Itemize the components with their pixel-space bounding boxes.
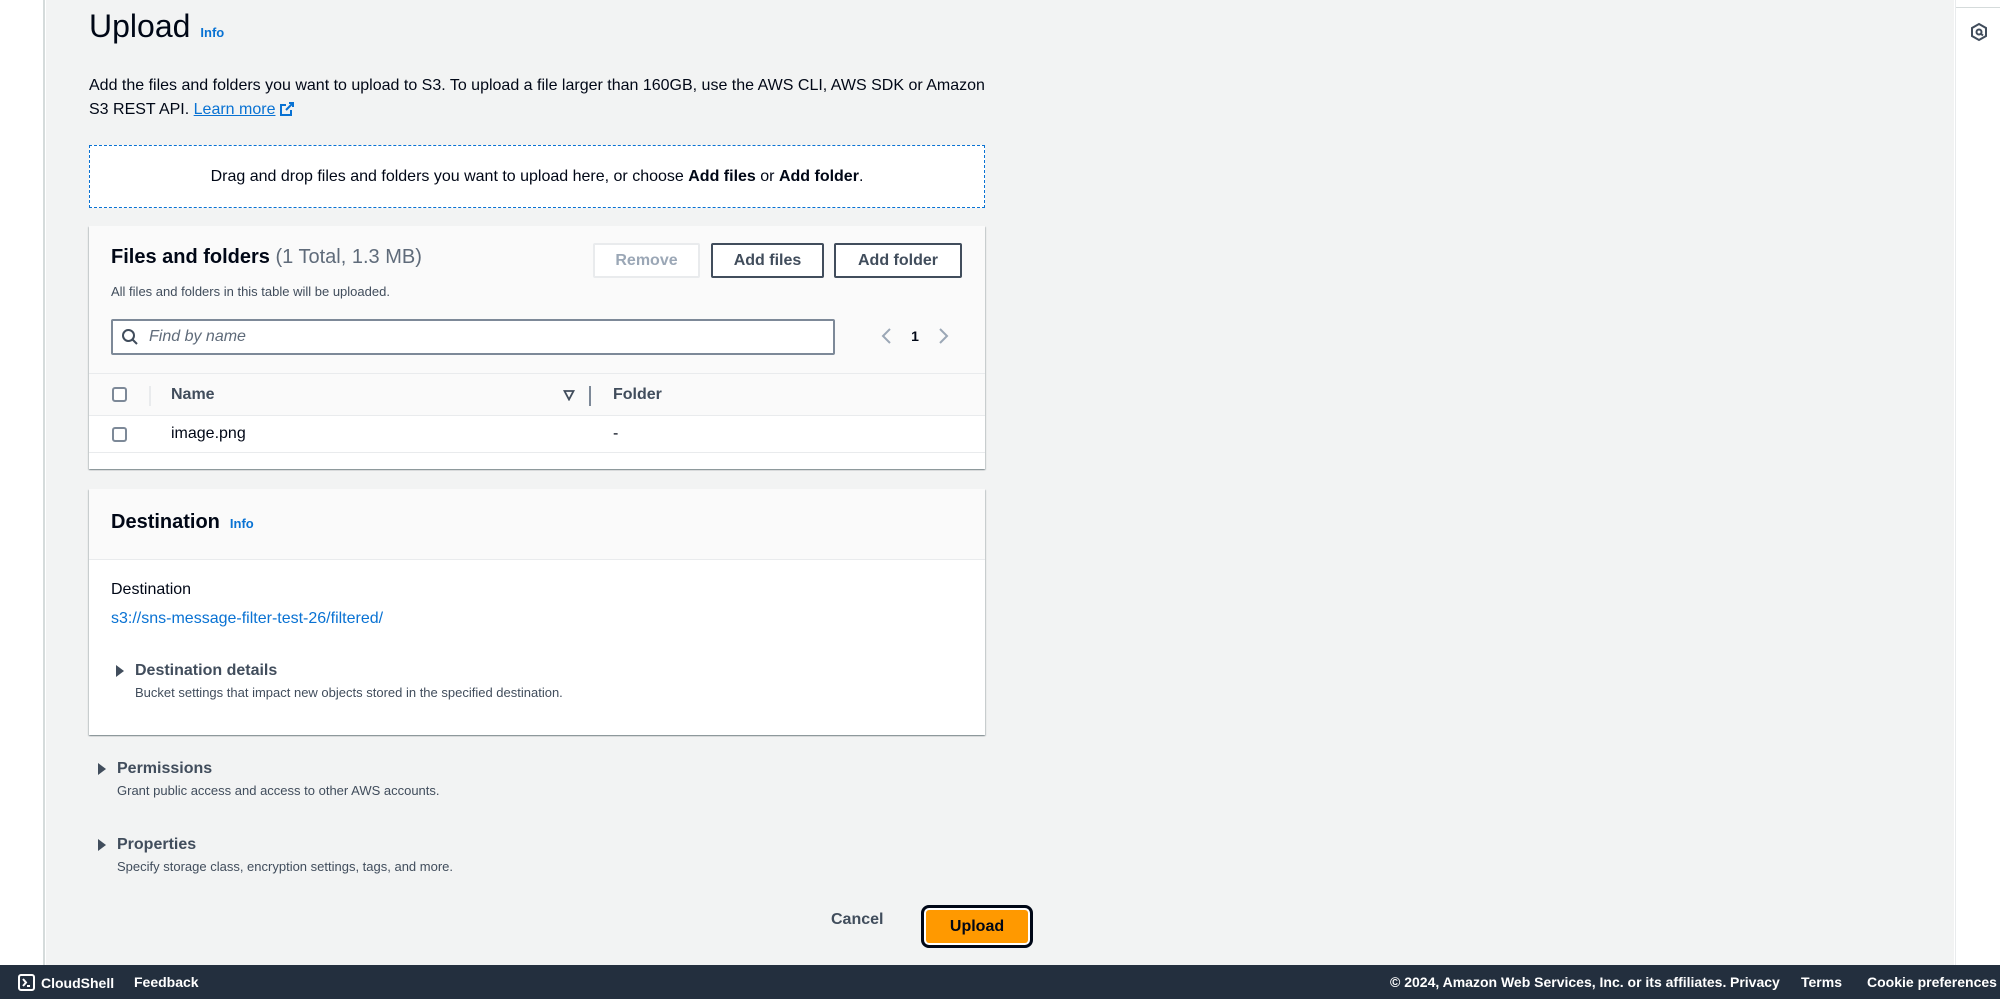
permissions-expander[interactable]: Permissions Grant public access and acce… <box>97 760 440 798</box>
right-tools-rail <box>1955 0 2000 965</box>
terms-label: Terms <box>1801 974 1842 990</box>
row-folder: - <box>613 425 619 442</box>
learn-more-link[interactable]: Learn more <box>194 101 296 118</box>
cloudshell-label: CloudShell <box>41 974 115 991</box>
destination-title-text: Destination <box>111 511 220 533</box>
files-panel-description: All files and folders in this table will… <box>111 284 390 299</box>
left-navigation-gutter <box>0 0 45 965</box>
rail-divider <box>1956 0 2000 8</box>
files-title-text: Files and folders <box>111 246 270 268</box>
feedback-link[interactable]: Feedback <box>134 974 199 990</box>
current-page-number[interactable]: 1 <box>909 328 921 344</box>
destination-panel-title: Destination Info <box>111 511 254 534</box>
next-page-icon[interactable] <box>935 326 951 346</box>
files-panel-header: Files and folders (1 Total, 1.3 MB) All … <box>89 226 985 373</box>
properties-description: Specify storage class, encryption settin… <box>117 859 454 874</box>
page-header: Upload Info <box>89 8 224 45</box>
caret-right-icon <box>98 763 106 775</box>
cookie-preferences-label: Cookie preferences <box>1867 974 1997 990</box>
permissions-title: Permissions <box>117 760 213 777</box>
upload-button-focus-ring: Upload <box>921 905 1033 948</box>
select-all-checkbox[interactable] <box>112 387 127 402</box>
dropzone-add-files-text: Add files <box>688 167 756 185</box>
dropzone-or: or <box>755 167 779 185</box>
privacy-link[interactable]: Privacy <box>1730 974 1780 990</box>
learn-more-label: Learn more <box>193 101 276 118</box>
external-link-icon <box>280 102 295 116</box>
row-file-name: image.png <box>171 425 246 442</box>
feedback-label: Feedback <box>134 974 199 990</box>
destination-details-expander[interactable]: Destination details Bucket settings that… <box>115 662 563 700</box>
permissions-description: Grant public access and access to other … <box>117 783 440 798</box>
properties-title: Properties <box>117 836 197 853</box>
hexagon-settings-icon[interactable] <box>1969 22 1989 42</box>
permissions-header[interactable]: Permissions <box>97 760 440 778</box>
sort-descending-icon[interactable] <box>563 389 575 401</box>
search-icon <box>122 329 138 345</box>
previous-page-icon[interactable] <box>879 326 895 346</box>
destination-field-label: Destination <box>111 581 192 598</box>
cookie-preferences-link[interactable]: Cookie preferences <box>1867 974 1997 990</box>
dropzone-prefix: Drag and drop files and folders you want… <box>210 167 689 185</box>
destination-details-header[interactable]: Destination details <box>115 662 563 680</box>
destination-details-title: Destination details <box>135 662 278 679</box>
copyright-text: © 2024, Amazon Web Services, Inc. or its… <box>1390 974 1726 990</box>
caret-right-icon <box>98 839 106 851</box>
files-and-folders-panel: Files and folders (1 Total, 1.3 MB) All … <box>89 226 985 469</box>
add-files-button[interactable]: Add files <box>711 243 824 278</box>
destination-panel-header: Destination Info <box>89 489 985 560</box>
files-count: (1 Total, 1.3 MB) <box>275 246 422 268</box>
caret-right-icon <box>116 665 124 677</box>
dropzone-text: Drag and drop files and folders you want… <box>211 168 864 186</box>
properties-expander[interactable]: Properties Specify storage class, encryp… <box>97 836 453 874</box>
pagination: 1 <box>879 326 951 346</box>
row-checkbox[interactable] <box>112 427 127 442</box>
column-resize-handle[interactable] <box>589 386 591 406</box>
cancel-button[interactable]: Cancel <box>831 911 883 929</box>
page-description: Add the files and folders you want to up… <box>89 74 989 122</box>
remove-button[interactable]: Remove <box>593 243 700 278</box>
column-header-name[interactable]: Name <box>171 386 215 404</box>
add-folder-button[interactable]: Add folder <box>834 243 962 278</box>
terms-link[interactable]: Terms <box>1801 974 1842 990</box>
destination-panel: Destination Info Destination s3://sns-me… <box>89 489 985 735</box>
search-input[interactable] <box>149 328 809 346</box>
destination-path-link[interactable]: s3://sns-message-filter-test-26/filtered… <box>111 610 383 628</box>
destination-details-description: Bucket settings that impact new objects … <box>135 685 563 700</box>
page-info-link[interactable]: Info <box>200 25 224 40</box>
files-panel-title: Files and folders (1 Total, 1.3 MB) <box>111 246 422 269</box>
table-row[interactable]: image.png - <box>89 416 985 453</box>
upload-button[interactable]: Upload <box>926 910 1028 943</box>
destination-info-link[interactable]: Info <box>230 516 254 531</box>
page-title: Upload <box>89 8 191 44</box>
file-dropzone[interactable]: Drag and drop files and folders you want… <box>89 145 985 208</box>
console-footer: CloudShell Feedback © 2024, Amazon Web S… <box>0 965 2000 999</box>
dropzone-suffix: . <box>858 167 864 185</box>
main-content-area: Upload Info Add the files and folders yo… <box>46 0 1954 965</box>
column-divider <box>149 386 151 406</box>
table-header: Name Folder <box>89 373 985 416</box>
terminal-icon <box>18 974 35 991</box>
column-header-folder: Folder <box>613 386 662 403</box>
properties-header[interactable]: Properties <box>97 836 453 854</box>
privacy-label: Privacy <box>1730 974 1780 990</box>
find-by-name-search[interactable] <box>111 319 835 355</box>
copyright-label: © 2024, Amazon Web Services, Inc. or its… <box>1390 974 1727 990</box>
dropzone-add-folder-text: Add folder <box>778 167 859 185</box>
cloudshell-button[interactable]: CloudShell <box>18 974 114 991</box>
